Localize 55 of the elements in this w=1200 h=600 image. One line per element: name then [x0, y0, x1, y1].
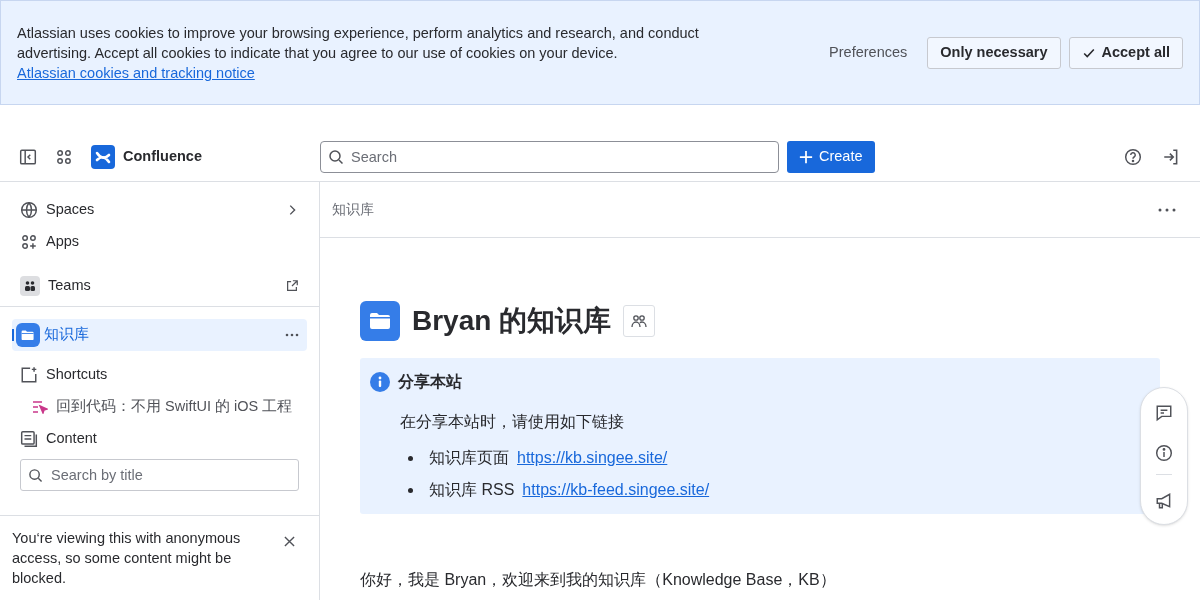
panel-title: 分享本站 [398, 372, 462, 392]
sidebar-nav-item[interactable]: Apps [12, 226, 307, 258]
search-icon [28, 468, 43, 483]
bullet-icon [408, 487, 413, 493]
search-icon [328, 148, 344, 165]
close-icon[interactable] [284, 536, 295, 547]
shortcuts-header[interactable]: Shortcuts [12, 359, 307, 391]
collaborators-button[interactable] [623, 305, 656, 337]
apps-icon [20, 233, 38, 251]
title-search-field[interactable]: Search by title [20, 459, 299, 491]
shortcut-item[interactable]: 回到代码：不用 SwiftUI 的 iOS 工程 [12, 391, 307, 423]
more-icon[interactable] [285, 333, 299, 337]
page-title: Bryan 的知识库 [412, 304, 612, 338]
create-button[interactable]: Create [787, 140, 875, 173]
cookie-text: Atlassian uses cookies to improve your browsing experience, perform analytics and research, and conduct advertising. Accept all cookies to indicate that you agree to our use of cookies on your device. Atlassian cookies and tracking notice [17, 23, 700, 83]
sidebar-nav-item[interactable]: Teams [12, 270, 307, 302]
panel-text: 在分享本站时，请使用如下链接 [399, 412, 625, 432]
sidebar-toggle-icon[interactable] [19, 147, 37, 166]
megaphone-icon[interactable] [1155, 492, 1173, 510]
app-switcher-icon[interactable] [55, 147, 73, 166]
intro-text: 你好，我是 Bryan，欢迎来到我的知识库（Knowledge Base，KB） [360, 570, 837, 590]
preferences-button[interactable]: Preferences [817, 36, 920, 69]
globe-icon [20, 201, 38, 219]
comment-icon[interactable] [1155, 404, 1173, 422]
space-item[interactable]: 知识库 [12, 319, 307, 351]
external-link-icon[interactable] [285, 279, 299, 293]
content-header[interactable]: Content [12, 423, 307, 455]
notice-text: You‘re viewing this with anonymous access, so some content might be blocked. [12, 529, 242, 588]
url-link[interactable]: https://kb.singee.site/ [517, 446, 668, 470]
content-icon [20, 430, 38, 448]
confluence-logo-icon [91, 144, 115, 169]
url-link[interactable]: https://kb-feed.singee.site/ [522, 478, 710, 502]
link-label: 知识库页面 [429, 448, 509, 468]
bullet-icon [408, 455, 413, 461]
search-field[interactable]: Search [320, 140, 779, 173]
info-icon [370, 372, 390, 392]
help-icon[interactable] [1124, 147, 1142, 166]
sidebar-nav-item[interactable]: Spaces [12, 194, 307, 226]
log-in-icon[interactable] [1162, 147, 1180, 166]
breadcrumb-link[interactable]: 知识库 [332, 199, 374, 220]
more-icon[interactable] [1158, 207, 1176, 212]
accept-all-button[interactable]: Accept all [1068, 36, 1183, 69]
plus-icon [799, 149, 813, 164]
folder-icon [360, 301, 400, 341]
shortcut-add-icon [20, 366, 38, 384]
cookie-notice-link[interactable]: Atlassian cookies and tracking notice [17, 64, 255, 81]
product-name[interactable]: Confluence [123, 145, 202, 168]
selection-indicator [12, 329, 14, 341]
link-label: 知识库 RSS [429, 480, 515, 500]
info-icon[interactable] [1155, 444, 1173, 462]
teams-icon [20, 276, 40, 296]
people-icon [631, 313, 648, 329]
only-necessary-button[interactable]: Only necessary [927, 36, 1061, 69]
shortcut-icon [32, 400, 48, 414]
folder-icon [16, 323, 40, 347]
